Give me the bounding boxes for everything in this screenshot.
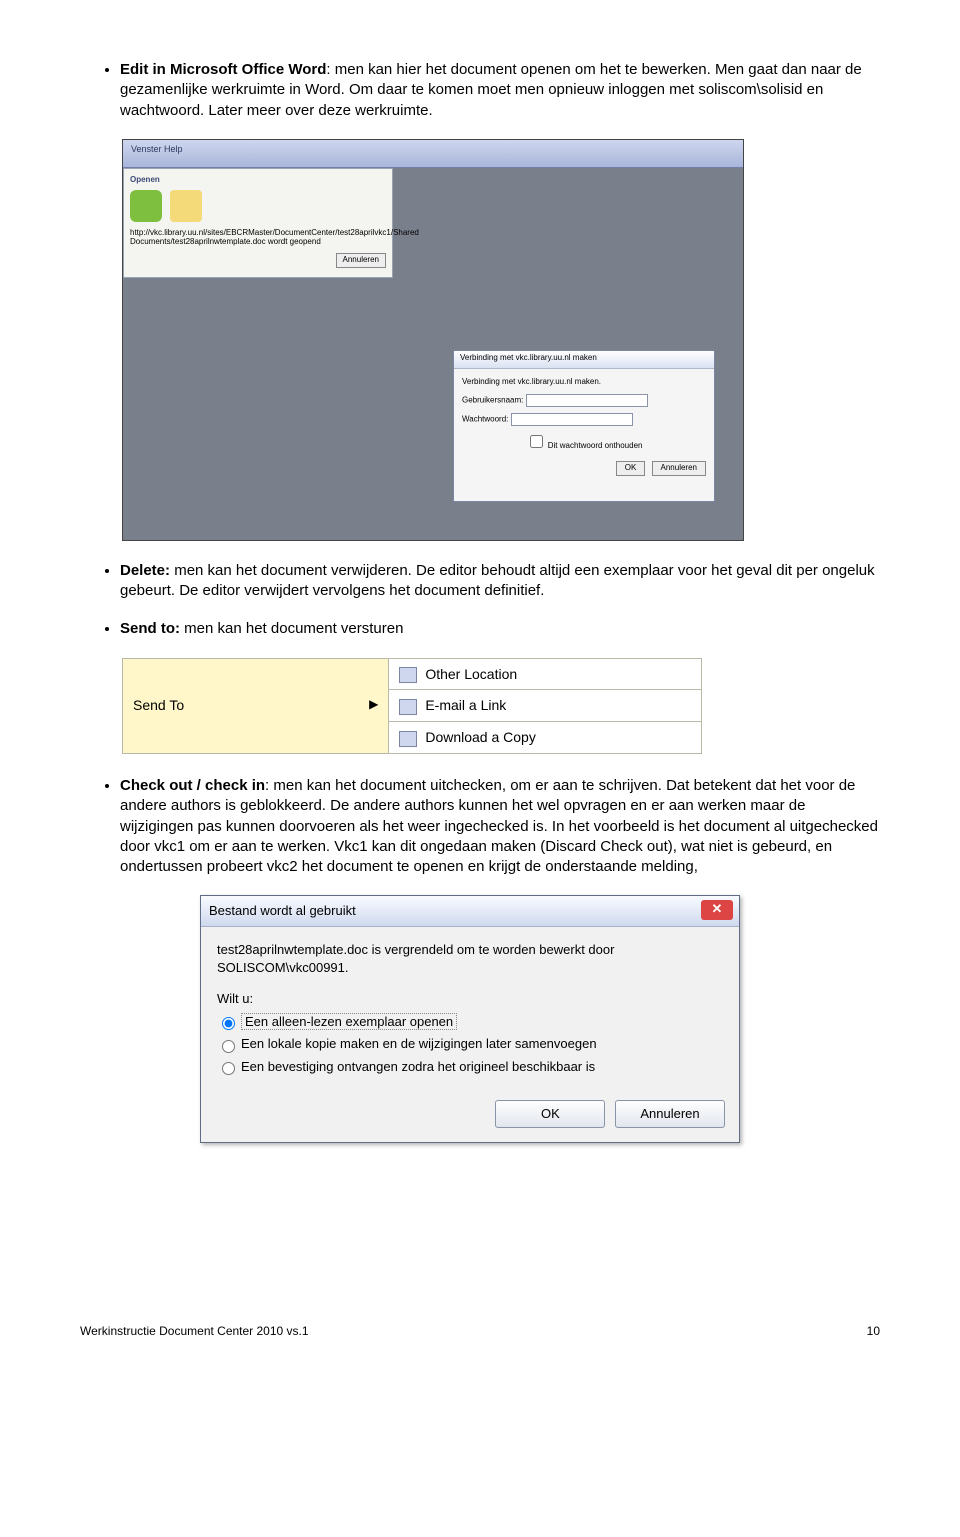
folder-icon <box>170 190 202 222</box>
footer-page-number: 10 <box>867 1323 880 1339</box>
radio-readonly-label: Een alleen-lezen exemplaar openen <box>241 1013 457 1030</box>
footer-left: Werkinstructie Document Center 2010 vs.1 <box>80 1324 309 1338</box>
bullet-checkout: Check out / check in: men kan het docume… <box>120 776 880 877</box>
sendto-other-location[interactable]: Other Location <box>389 658 702 690</box>
radio-localcopy-label: Een lokale kopie maken en de wijzigingen… <box>241 1036 597 1051</box>
sendto-email-link[interactable]: E-mail a Link <box>389 690 702 722</box>
close-icon[interactable]: ✕ <box>701 900 733 920</box>
word-menubar: Venster Help <box>123 140 743 168</box>
login-cancel-button[interactable]: Annuleren <box>652 461 706 476</box>
sendto-text: men kan het document versturen <box>180 620 403 637</box>
check-label: Check out / check in <box>120 777 265 794</box>
email-icon <box>399 699 417 715</box>
login-pass-label: Wachtwoord: <box>462 414 508 423</box>
bullet-sendto: Send to: men kan het document versturen <box>120 619 880 639</box>
radio-readonly[interactable] <box>222 1017 235 1030</box>
open-dialog: Openen http://vkc.library.uu.nl/sites/EB… <box>123 168 393 278</box>
download-icon <box>399 731 417 747</box>
login-user-input[interactable] <box>526 394 648 407</box>
bullet-delete: Delete: men kan het document verwijderen… <box>120 561 880 602</box>
login-dialog: Verbinding met vkc.library.uu.nl maken V… <box>453 350 715 502</box>
sendto-menu: Send To ▶ Other Location E-mail a Link D… <box>122 658 702 755</box>
sendto-r2-label: E-mail a Link <box>425 697 506 713</box>
figure-word-login: Venster Help Openen http://vkc.library.u… <box>122 139 880 541</box>
dialog-title: Bestand wordt al gebruikt <box>209 903 356 918</box>
login-pass-input[interactable] <box>511 413 633 426</box>
open-dialog-title: Openen <box>130 175 386 186</box>
bullet-edit: Edit in Microsoft Office Word: men kan h… <box>120 60 880 121</box>
dialog-ok-button[interactable]: OK <box>495 1100 605 1128</box>
menubar-items: Venster Help <box>131 144 183 154</box>
sendto-r3-label: Download a Copy <box>425 729 536 745</box>
sendto-r1-label: Other Location <box>425 666 517 682</box>
page-footer: Werkinstructie Document Center 2010 vs.1… <box>80 1323 880 1339</box>
login-dialog-sub: Verbinding met vkc.library.uu.nl maken. <box>462 377 706 388</box>
delete-text: men kan het document verwijderen. De edi… <box>120 562 875 599</box>
radio-localcopy[interactable] <box>222 1040 235 1053</box>
sendto-download-copy[interactable]: Download a Copy <box>389 722 702 754</box>
dialog-cancel-button[interactable]: Annuleren <box>615 1100 725 1128</box>
sendto-menu-left[interactable]: Send To ▶ <box>123 658 389 754</box>
edit-label: Edit in Microsoft Office Word <box>120 61 326 78</box>
open-cancel-button[interactable]: Annuleren <box>336 253 386 268</box>
radio-notify-label: Een bevestiging ontvangen zodra het orig… <box>241 1059 595 1074</box>
login-remember-checkbox[interactable] <box>530 435 543 448</box>
delete-label: Delete: <box>120 562 170 579</box>
submenu-arrow-icon: ▶ <box>369 696 378 712</box>
sendto-label: Send to: <box>120 620 180 637</box>
figure-file-in-use: Bestand wordt al gebruikt ✕ test28apriln… <box>200 895 740 1142</box>
login-user-label: Gebruikersnaam: <box>462 395 523 404</box>
open-dialog-url: http://vkc.library.uu.nl/sites/EBCRMaste… <box>130 228 386 247</box>
radio-notify[interactable] <box>222 1062 235 1075</box>
location-icon <box>399 667 417 683</box>
dialog-question: Wilt u: <box>217 990 723 1008</box>
dialog-message: test28aprilnwtemplate.doc is vergrendeld… <box>217 941 723 976</box>
sendto-menu-left-label: Send To <box>133 697 184 713</box>
login-dialog-title: Verbinding met vkc.library.uu.nl maken <box>454 351 714 369</box>
world-download-icon <box>130 190 162 222</box>
login-ok-button[interactable]: OK <box>616 461 646 476</box>
login-remember-label: Dit wachtwoord onthouden <box>548 441 643 450</box>
